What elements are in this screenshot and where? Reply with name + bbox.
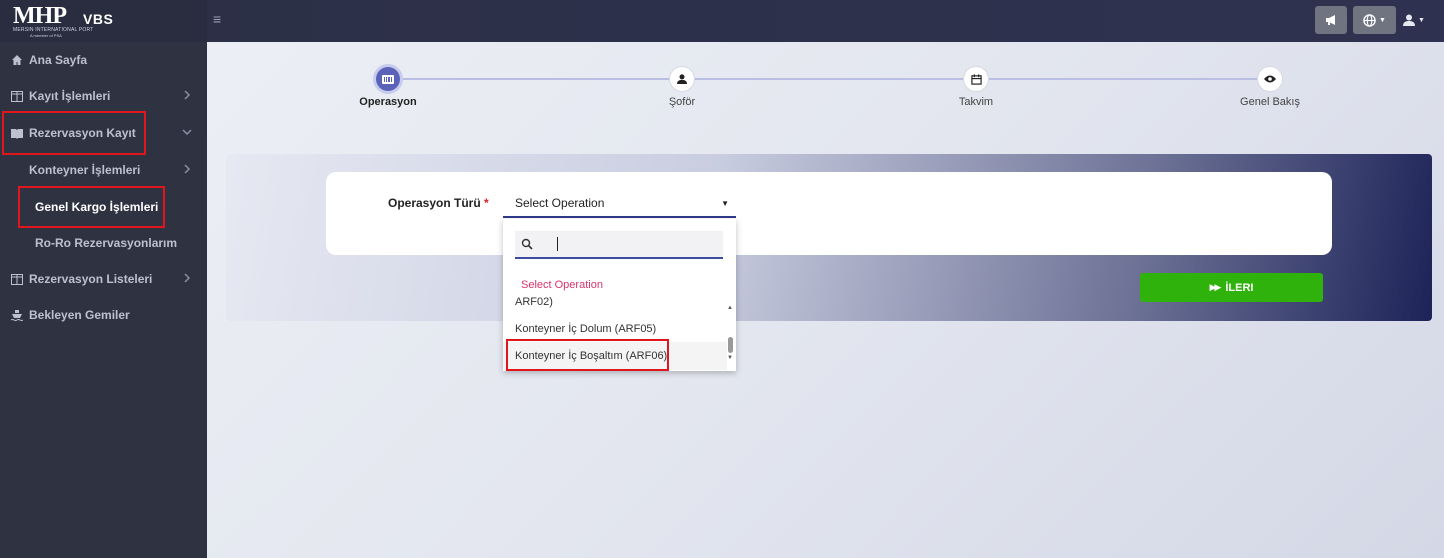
scroll-up-arrow[interactable]: ▲ [727, 305, 733, 311]
home-icon [11, 54, 23, 66]
stepper-track [400, 78, 1270, 80]
step-operation[interactable] [376, 67, 400, 91]
brand[interactable]: MHP MERSIN INTERNATIONAL PORT A member o… [0, 0, 207, 42]
megaphone-icon [1325, 15, 1335, 25]
form-card [326, 172, 1332, 255]
table-icon [11, 273, 23, 285]
step-label-calendar: Takvim [958, 96, 994, 108]
scroll-down-arrow[interactable]: ▼ [727, 355, 733, 361]
text-cursor [557, 237, 558, 251]
step-label-operation: Operasyon [359, 96, 417, 108]
announcement-button[interactable] [1315, 6, 1347, 34]
sidebar-item-roro[interactable]: Ro-Ro Rezervasyonlarım [0, 228, 207, 258]
select-value: Select Operation [515, 196, 605, 210]
chevron-right-icon [184, 273, 191, 283]
top-header: MHP MERSIN INTERNATIONAL PORT A member o… [0, 0, 1444, 42]
sidebar-item-label: Kayıt İşlemleri [29, 89, 111, 103]
sidebar-item-registration[interactable]: Kayıt İşlemleri [0, 81, 207, 111]
logo-subtitle-2: A member of PSA [30, 33, 62, 38]
sidebar-item-label: Ana Sayfa [29, 53, 88, 67]
scrollbar-thumb[interactable] [728, 337, 733, 353]
logo: MHP [13, 3, 67, 29]
sidebar-item-label: Ro-Ro Rezervasyonlarım [35, 236, 178, 250]
step-label-overview: Genel Bakış [1240, 96, 1300, 108]
sidebar-item-container-ops[interactable]: Konteyner İşlemleri [0, 155, 207, 185]
language-button[interactable]: ▼ [1353, 6, 1396, 34]
dropdown-option[interactable]: Konteyner İç Dolum (ARF05) [515, 323, 656, 335]
user-icon [677, 74, 687, 84]
step-overview[interactable] [1258, 67, 1282, 91]
dropdown-search-input[interactable] [515, 231, 723, 259]
calendar-icon [970, 73, 982, 85]
fast-forward-icon: ▶▶ [1209, 282, 1222, 292]
sidebar-item-reservation-lists[interactable]: Rezervasyon Listeleri [0, 264, 207, 294]
next-button[interactable]: ▶▶ İLERI [1140, 273, 1323, 302]
sidebar-item-waiting-ships[interactable]: Bekleyen Gemiler [0, 300, 207, 330]
highlight-box [506, 339, 669, 371]
next-button-label: İLERI [1225, 281, 1254, 294]
step-calendar[interactable] [964, 67, 988, 91]
required-mark: * [484, 196, 489, 210]
search-icon [521, 238, 533, 250]
caret-down-icon: ▼ [721, 199, 729, 208]
sidebar-item-label: Konteyner İşlemleri [29, 163, 141, 177]
chevron-right-icon [184, 164, 191, 174]
chevron-down-icon: ▼ [1418, 16, 1425, 24]
hamburger-icon[interactable]: ≡ [213, 12, 225, 26]
ship-icon [11, 309, 23, 321]
chevron-down-icon [182, 129, 192, 136]
operation-type-label-text: Operasyon Türü [388, 196, 481, 210]
user-menu-button[interactable]: ▼ [1403, 10, 1431, 30]
user-icon [1403, 14, 1415, 26]
globe-icon [1363, 13, 1376, 27]
app-name: VBS [83, 11, 114, 27]
chevron-down-icon: ▼ [1379, 16, 1386, 24]
highlight-box [2, 111, 146, 155]
eye-icon [1264, 75, 1276, 83]
step-label-driver: Şoför [668, 96, 696, 108]
table-icon [11, 90, 23, 102]
sidebar-item-home[interactable]: Ana Sayfa [0, 45, 207, 75]
sidebar-item-label: Rezervasyon Listeleri [29, 272, 153, 286]
chevron-right-icon [184, 90, 191, 100]
operation-type-label: Operasyon Türü * [388, 196, 489, 210]
dropdown-option-placeholder[interactable]: Select Operation [521, 279, 603, 291]
operation-type-select[interactable]: Select Operation ▼ [503, 190, 736, 218]
sidebar-item-label: Bekleyen Gemiler [29, 308, 130, 322]
barcode-icon [382, 74, 394, 84]
highlight-box [18, 186, 165, 228]
step-driver[interactable] [670, 67, 694, 91]
dropdown-option[interactable]: ARF02) [515, 296, 553, 308]
